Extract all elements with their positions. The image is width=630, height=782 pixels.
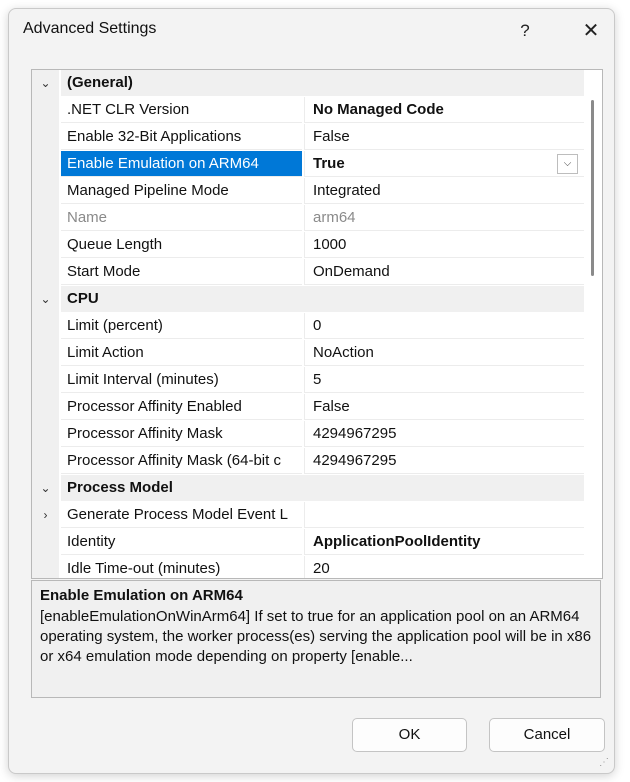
- row-gutter: [32, 367, 59, 394]
- collapse-chevron-icon[interactable]: ⌄: [32, 70, 59, 97]
- property-value[interactable]: False: [304, 394, 584, 420]
- ok-button[interactable]: OK: [352, 718, 467, 752]
- property-name: Identity: [61, 529, 302, 555]
- close-button[interactable]: ✕: [569, 13, 613, 49]
- collapse-chevron-icon[interactable]: ⌄: [32, 286, 59, 313]
- row-gutter: [32, 556, 59, 578]
- row-gutter: [32, 178, 59, 205]
- row-gutter: [32, 205, 59, 232]
- property-value[interactable]: Integrated: [304, 178, 584, 204]
- property-name: Enable Emulation on ARM64: [61, 151, 302, 177]
- category-label: CPU: [61, 286, 584, 312]
- property-name: Enable 32-Bit Applications: [61, 124, 302, 150]
- row-gutter: [32, 232, 59, 259]
- title-bar: Advanced Settings ? ✕: [9, 9, 614, 53]
- property-value[interactable]: 5: [304, 367, 584, 393]
- advanced-settings-dialog: Advanced Settings ? ✕ Idle Time-out (min…: [8, 8, 615, 774]
- property-name: Limit (percent): [61, 313, 302, 339]
- property-name: Limit Interval (minutes): [61, 367, 302, 393]
- property-value[interactable]: ApplicationPoolIdentity: [304, 529, 584, 555]
- dialog-title: Advanced Settings: [23, 20, 157, 37]
- category-row[interactable]: ⌄ Process Model: [32, 475, 584, 502]
- property-row[interactable]: Name arm64: [32, 205, 584, 232]
- category-row[interactable]: ⌄ CPU: [32, 286, 584, 313]
- row-gutter: [32, 529, 59, 556]
- property-value[interactable]: True: [304, 151, 584, 177]
- property-row[interactable]: Idle Time-out (minutes) 20: [32, 556, 584, 578]
- property-name: Limit Action: [61, 340, 302, 366]
- expand-chevron-icon[interactable]: ›: [32, 502, 59, 529]
- property-value[interactable]: NoAction: [304, 340, 584, 366]
- help-button[interactable]: ?: [505, 13, 545, 49]
- property-row[interactable]: Limit Action NoAction: [32, 340, 584, 367]
- row-gutter: [32, 124, 59, 151]
- collapse-chevron-icon[interactable]: ⌄: [32, 475, 59, 502]
- property-row[interactable]: Start Mode OnDemand: [32, 259, 584, 286]
- property-value[interactable]: 20: [304, 556, 584, 578]
- property-row[interactable]: Identity ApplicationPoolIdentity: [32, 529, 584, 556]
- property-row[interactable]: Processor Affinity Mask (64-bit c 4294967…: [32, 448, 584, 475]
- row-gutter: [32, 97, 59, 124]
- property-row[interactable]: › Generate Process Model Event L: [32, 502, 584, 529]
- row-gutter: [32, 340, 59, 367]
- property-row[interactable]: Processor Affinity Enabled False: [32, 394, 584, 421]
- property-name: .NET CLR Version: [61, 97, 302, 123]
- property-value[interactable]: False: [304, 124, 584, 150]
- row-gutter: [32, 151, 59, 178]
- description-panel: Enable Emulation on ARM64 [enableEmulati…: [31, 580, 601, 698]
- property-value[interactable]: OnDemand: [304, 259, 584, 285]
- property-value[interactable]: 4294967295: [304, 421, 584, 447]
- property-value[interactable]: arm64: [304, 205, 584, 231]
- property-name: Queue Length: [61, 232, 302, 258]
- property-row[interactable]: Processor Affinity Mask 4294967295: [32, 421, 584, 448]
- property-name: Name: [61, 205, 302, 231]
- property-row[interactable]: Limit Interval (minutes) 5: [32, 367, 584, 394]
- property-row[interactable]: Limit (percent) 0: [32, 313, 584, 340]
- value-dropdown-chevron-icon[interactable]: ⌵: [557, 154, 578, 174]
- scrollbar-thumb[interactable]: [591, 100, 594, 276]
- category-label: (General): [61, 70, 584, 96]
- property-value[interactable]: 4294967295: [304, 448, 584, 474]
- category-row[interactable]: ⌄ (General): [32, 70, 584, 97]
- description-title: Enable Emulation on ARM64: [40, 587, 243, 604]
- row-gutter: [32, 448, 59, 475]
- property-value[interactable]: [304, 502, 584, 528]
- cancel-button[interactable]: Cancel: [489, 718, 605, 752]
- vertical-scrollbar[interactable]: [584, 70, 602, 578]
- resize-grip-icon[interactable]: ⋰: [599, 757, 611, 769]
- row-gutter: [32, 421, 59, 448]
- row-gutter: [32, 313, 59, 340]
- description-text: [enableEmulationOnWinArm64] If set to tr…: [40, 608, 592, 665]
- property-row[interactable]: Managed Pipeline Mode Integrated: [32, 178, 584, 205]
- property-value[interactable]: 1000: [304, 232, 584, 258]
- property-name: Managed Pipeline Mode: [61, 178, 302, 204]
- property-row[interactable]: Enable Emulation on ARM64 True ⌵: [32, 151, 584, 178]
- property-row[interactable]: .NET CLR Version No Managed Code: [32, 97, 584, 124]
- property-row[interactable]: Queue Length 1000: [32, 232, 584, 259]
- property-name: Idle Time-out (minutes): [61, 556, 302, 578]
- property-value[interactable]: No Managed Code: [304, 97, 584, 123]
- property-name: Generate Process Model Event L: [61, 502, 302, 528]
- property-name: Processor Affinity Enabled: [61, 394, 302, 420]
- property-value[interactable]: 0: [304, 313, 584, 339]
- row-gutter: [32, 259, 59, 286]
- property-row[interactable]: Enable 32-Bit Applications False: [32, 124, 584, 151]
- property-grid: Idle Time-out (minutes) 20 Identity Applica…: [31, 69, 603, 579]
- property-name: Processor Affinity Mask: [61, 421, 302, 447]
- category-label: Process Model: [61, 475, 584, 501]
- row-gutter: [32, 394, 59, 421]
- property-name: Start Mode: [61, 259, 302, 285]
- property-name: Processor Affinity Mask (64-bit c: [61, 448, 302, 474]
